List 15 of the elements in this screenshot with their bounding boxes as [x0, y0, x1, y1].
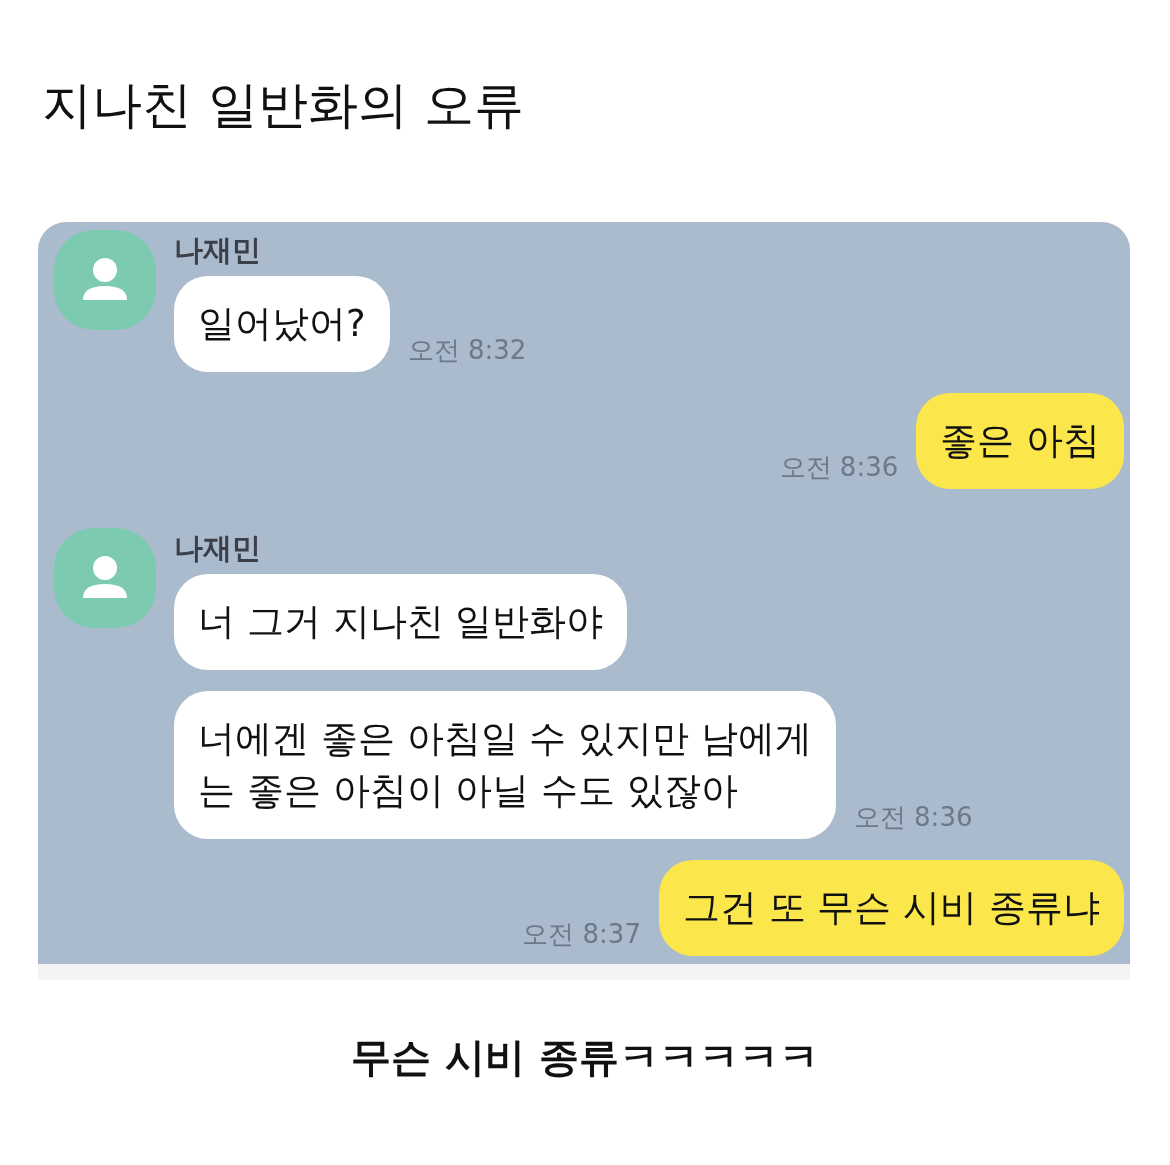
message-bubble: 좋은 아침: [916, 393, 1124, 489]
message-bubble: 너 그거 지나친 일반화야: [174, 574, 628, 670]
message-time: 오전 8:32: [407, 334, 527, 367]
avatar-icon: [54, 230, 156, 330]
sender-name: 나재민: [174, 530, 262, 567]
message-bubble: 일어났어?: [174, 276, 390, 372]
message-time: 오전 8:37: [522, 918, 641, 951]
message-time: 오전 8:36: [853, 801, 973, 834]
sender-name: 나재민: [174, 232, 262, 269]
message-bubble: 그건 또 무슨 시비 종류냐: [658, 860, 1124, 956]
message-time: 오전 8:36: [779, 451, 899, 484]
caption: 무슨 시비 종류ㅋㅋㅋㅋㅋ: [350, 1033, 820, 1082]
message-bubble: 너에겐 좋은 아침일 수 있지만 남에게 는 좋은 아침이 아닐 수도 있잖아: [174, 691, 836, 839]
post-title: 지나친 일반화의 오류: [41, 75, 525, 136]
avatar-icon: [54, 528, 156, 628]
